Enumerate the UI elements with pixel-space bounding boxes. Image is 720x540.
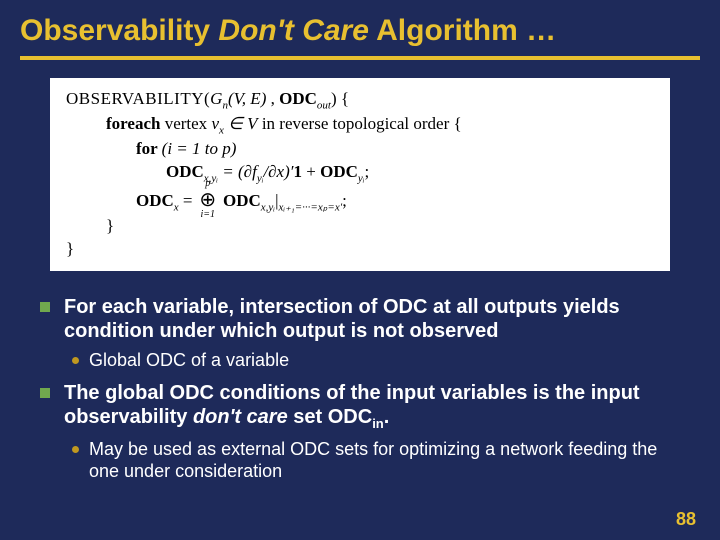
dot-bullet-icon (72, 446, 79, 453)
algo-l4-eq: = (∂f (218, 162, 257, 181)
algo-l4-odc2: ODC (320, 162, 358, 181)
algo-line-5: ODCx = p⊕i=1 ODCx,yᵢ|xᵢ₊₁=···=xₚ=x′; (66, 187, 654, 215)
algo-inV: ∈ V (224, 114, 258, 133)
algo-l4-one: 1 (294, 162, 303, 181)
algo-foreach: foreach (106, 114, 165, 133)
algo-l4-plus: + (302, 162, 320, 181)
title-part1: Observability (20, 14, 218, 47)
algo-line-1: OBSERVABILITY(Gn(V, E) , ODCout) { (66, 88, 654, 113)
bullet-2-sub-1: May be used as external ODC sets for opt… (72, 438, 680, 483)
algo-reverse: in reverse topological order { (258, 114, 462, 133)
algo-l5-semi: ; (342, 191, 347, 210)
algo-l1-odcsub: out (317, 99, 331, 111)
b2-part-b: don't care (193, 406, 288, 428)
algo-fn-name: OBSERVABILITY( (66, 89, 210, 108)
bullet-2-sub-1-text: May be used as external ODC sets for opt… (89, 438, 680, 483)
algo-l5-eq: = (179, 191, 197, 210)
algo-l5-odc2: ODC (219, 191, 261, 210)
algo-l5-bot: i=1 (197, 208, 219, 222)
bullet-1-sub-1-text: Global ODC of a variable (89, 349, 289, 372)
algo-for-range: (i = 1 to p) (162, 139, 237, 158)
b2-part-e: . (384, 406, 390, 428)
bullet-list: For each variable, intersection of ODC a… (0, 295, 720, 483)
algo-close2: } (66, 239, 74, 258)
algo-l5-odc: ODC (136, 191, 174, 210)
algo-l4-deriv: /∂x)′ (263, 162, 293, 181)
algo-l5-bigop: p⊕i=1 (197, 187, 219, 214)
square-bullet-icon (40, 302, 50, 312)
b2-part-c: set ODC (288, 406, 372, 428)
algo-vertex: vertex (165, 114, 212, 133)
square-bullet-icon (40, 388, 50, 398)
slide-title: Observability Don't Care Algorithm … (0, 0, 720, 56)
bullet-1-sub-1: Global ODC of a variable (72, 349, 680, 372)
algo-l4-semi: ; (365, 162, 370, 181)
dot-bullet-icon (72, 357, 79, 364)
b2-part-d: in (372, 416, 384, 431)
bullet-1-text: For each variable, intersection of ODC a… (64, 295, 680, 343)
algo-line-2: foreach vertex vx ∈ V in reverse topolog… (66, 113, 654, 138)
algo-v: v (211, 114, 219, 133)
bullet-2: The global ODC conditions of the input v… (40, 381, 680, 432)
title-part2: Don't Care (218, 14, 368, 47)
algo-close1: } (106, 216, 114, 235)
algo-line-7: } (66, 238, 654, 261)
algo-l1-args: (V, E) (228, 89, 266, 108)
title-part3: Algorithm … (369, 14, 556, 47)
algo-l1-brace: ) { (331, 89, 349, 108)
algo-l5-top: p (197, 177, 219, 191)
algo-line-4: ODCx,yᵢ = (∂fyᵢ/∂x)′1 + ODCyᵢ; (66, 161, 654, 186)
algo-l1-comma: , (266, 89, 279, 108)
page-number: 88 (676, 509, 696, 530)
title-divider (20, 56, 700, 60)
algo-l5-cond: xᵢ₊₁=···=xₚ=x′ (278, 201, 342, 213)
bullet-1: For each variable, intersection of ODC a… (40, 295, 680, 343)
algo-l4-odc2sub: yᵢ (358, 173, 365, 185)
algo-for: for (136, 139, 162, 158)
bullet-2-text: The global ODC conditions of the input v… (64, 381, 680, 432)
algorithm-box: OBSERVABILITY(Gn(V, E) , ODCout) { forea… (50, 78, 670, 271)
algo-line-3: for (i = 1 to p) (66, 138, 654, 161)
algo-l5-odc2sub: x,yᵢ (261, 201, 275, 213)
algo-l1-odc: ODC (279, 89, 317, 108)
algo-l1-g: G (210, 89, 222, 108)
algo-line-6: } (66, 215, 654, 238)
